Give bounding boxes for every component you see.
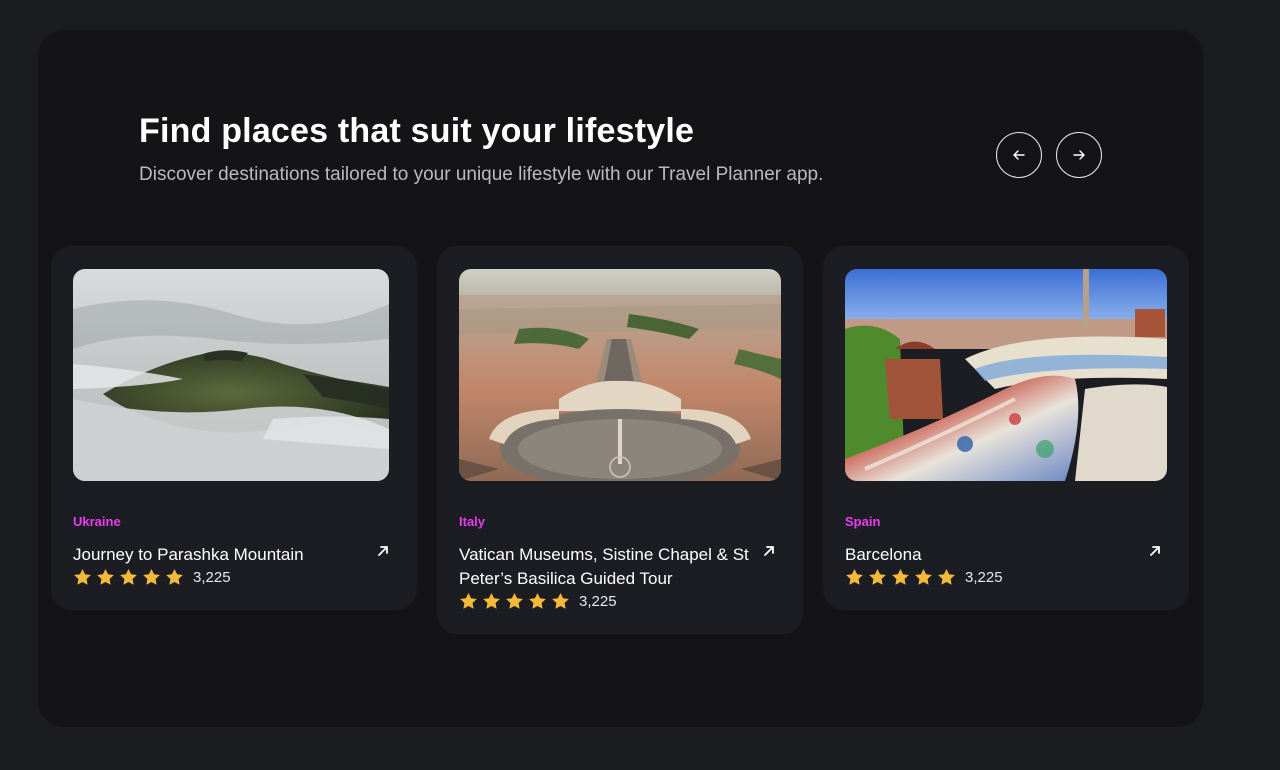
previous-button[interactable] bbox=[996, 132, 1042, 178]
star-icon bbox=[529, 592, 546, 609]
page-title: Find places that suit your lifestyle bbox=[139, 112, 695, 150]
star-icon bbox=[892, 568, 909, 585]
star-icon bbox=[869, 568, 886, 585]
card-title[interactable]: Journey to Parashka Mountain bbox=[73, 543, 363, 567]
arrow-right-icon bbox=[1073, 150, 1085, 160]
star-icon bbox=[938, 568, 955, 585]
destination-card-italy[interactable]: Italy Vatican Museums, Sistine Chapel & … bbox=[437, 246, 803, 634]
star-icon bbox=[143, 568, 160, 585]
external-link-icon[interactable] bbox=[376, 544, 390, 558]
star-icon bbox=[552, 592, 569, 609]
park-guell-photo bbox=[845, 269, 1167, 481]
next-button[interactable] bbox=[1056, 132, 1102, 178]
review-count: 3,225 bbox=[579, 592, 617, 610]
star-icon bbox=[915, 568, 932, 585]
card-title[interactable]: Barcelona bbox=[845, 543, 1135, 567]
star-icon bbox=[506, 592, 523, 609]
star-icon bbox=[460, 592, 477, 609]
st-peters-square-photo bbox=[459, 269, 781, 481]
card-country: Ukraine bbox=[73, 514, 121, 529]
star-icon bbox=[120, 568, 137, 585]
external-link-icon[interactable] bbox=[762, 544, 776, 558]
star-rating: 3,225 bbox=[73, 568, 231, 586]
arrow-left-icon bbox=[1013, 150, 1025, 160]
card-country: Spain bbox=[845, 514, 881, 529]
review-count: 3,225 bbox=[965, 568, 1003, 586]
destination-card-spain[interactable]: Spain Barcelona 3,225 bbox=[823, 246, 1189, 610]
star-rating: 3,225 bbox=[459, 592, 617, 610]
star-icon bbox=[166, 568, 183, 585]
star-icon bbox=[483, 592, 500, 609]
destination-card-ukraine[interactable]: Ukraine Journey to Parashka Mountain 3,2… bbox=[51, 246, 417, 610]
card-title[interactable]: Vatican Museums, Sistine Chapel & St Pet… bbox=[459, 543, 755, 591]
external-link-icon[interactable] bbox=[1148, 544, 1162, 558]
misty-mountain-photo bbox=[73, 269, 389, 481]
star-icon bbox=[97, 568, 114, 585]
star-icon bbox=[846, 568, 863, 585]
star-rating: 3,225 bbox=[845, 568, 1003, 586]
star-icon bbox=[74, 568, 91, 585]
review-count: 3,225 bbox=[193, 568, 231, 586]
card-country: Italy bbox=[459, 514, 486, 529]
page-subtitle: Discover destinations tailored to your u… bbox=[139, 164, 824, 185]
